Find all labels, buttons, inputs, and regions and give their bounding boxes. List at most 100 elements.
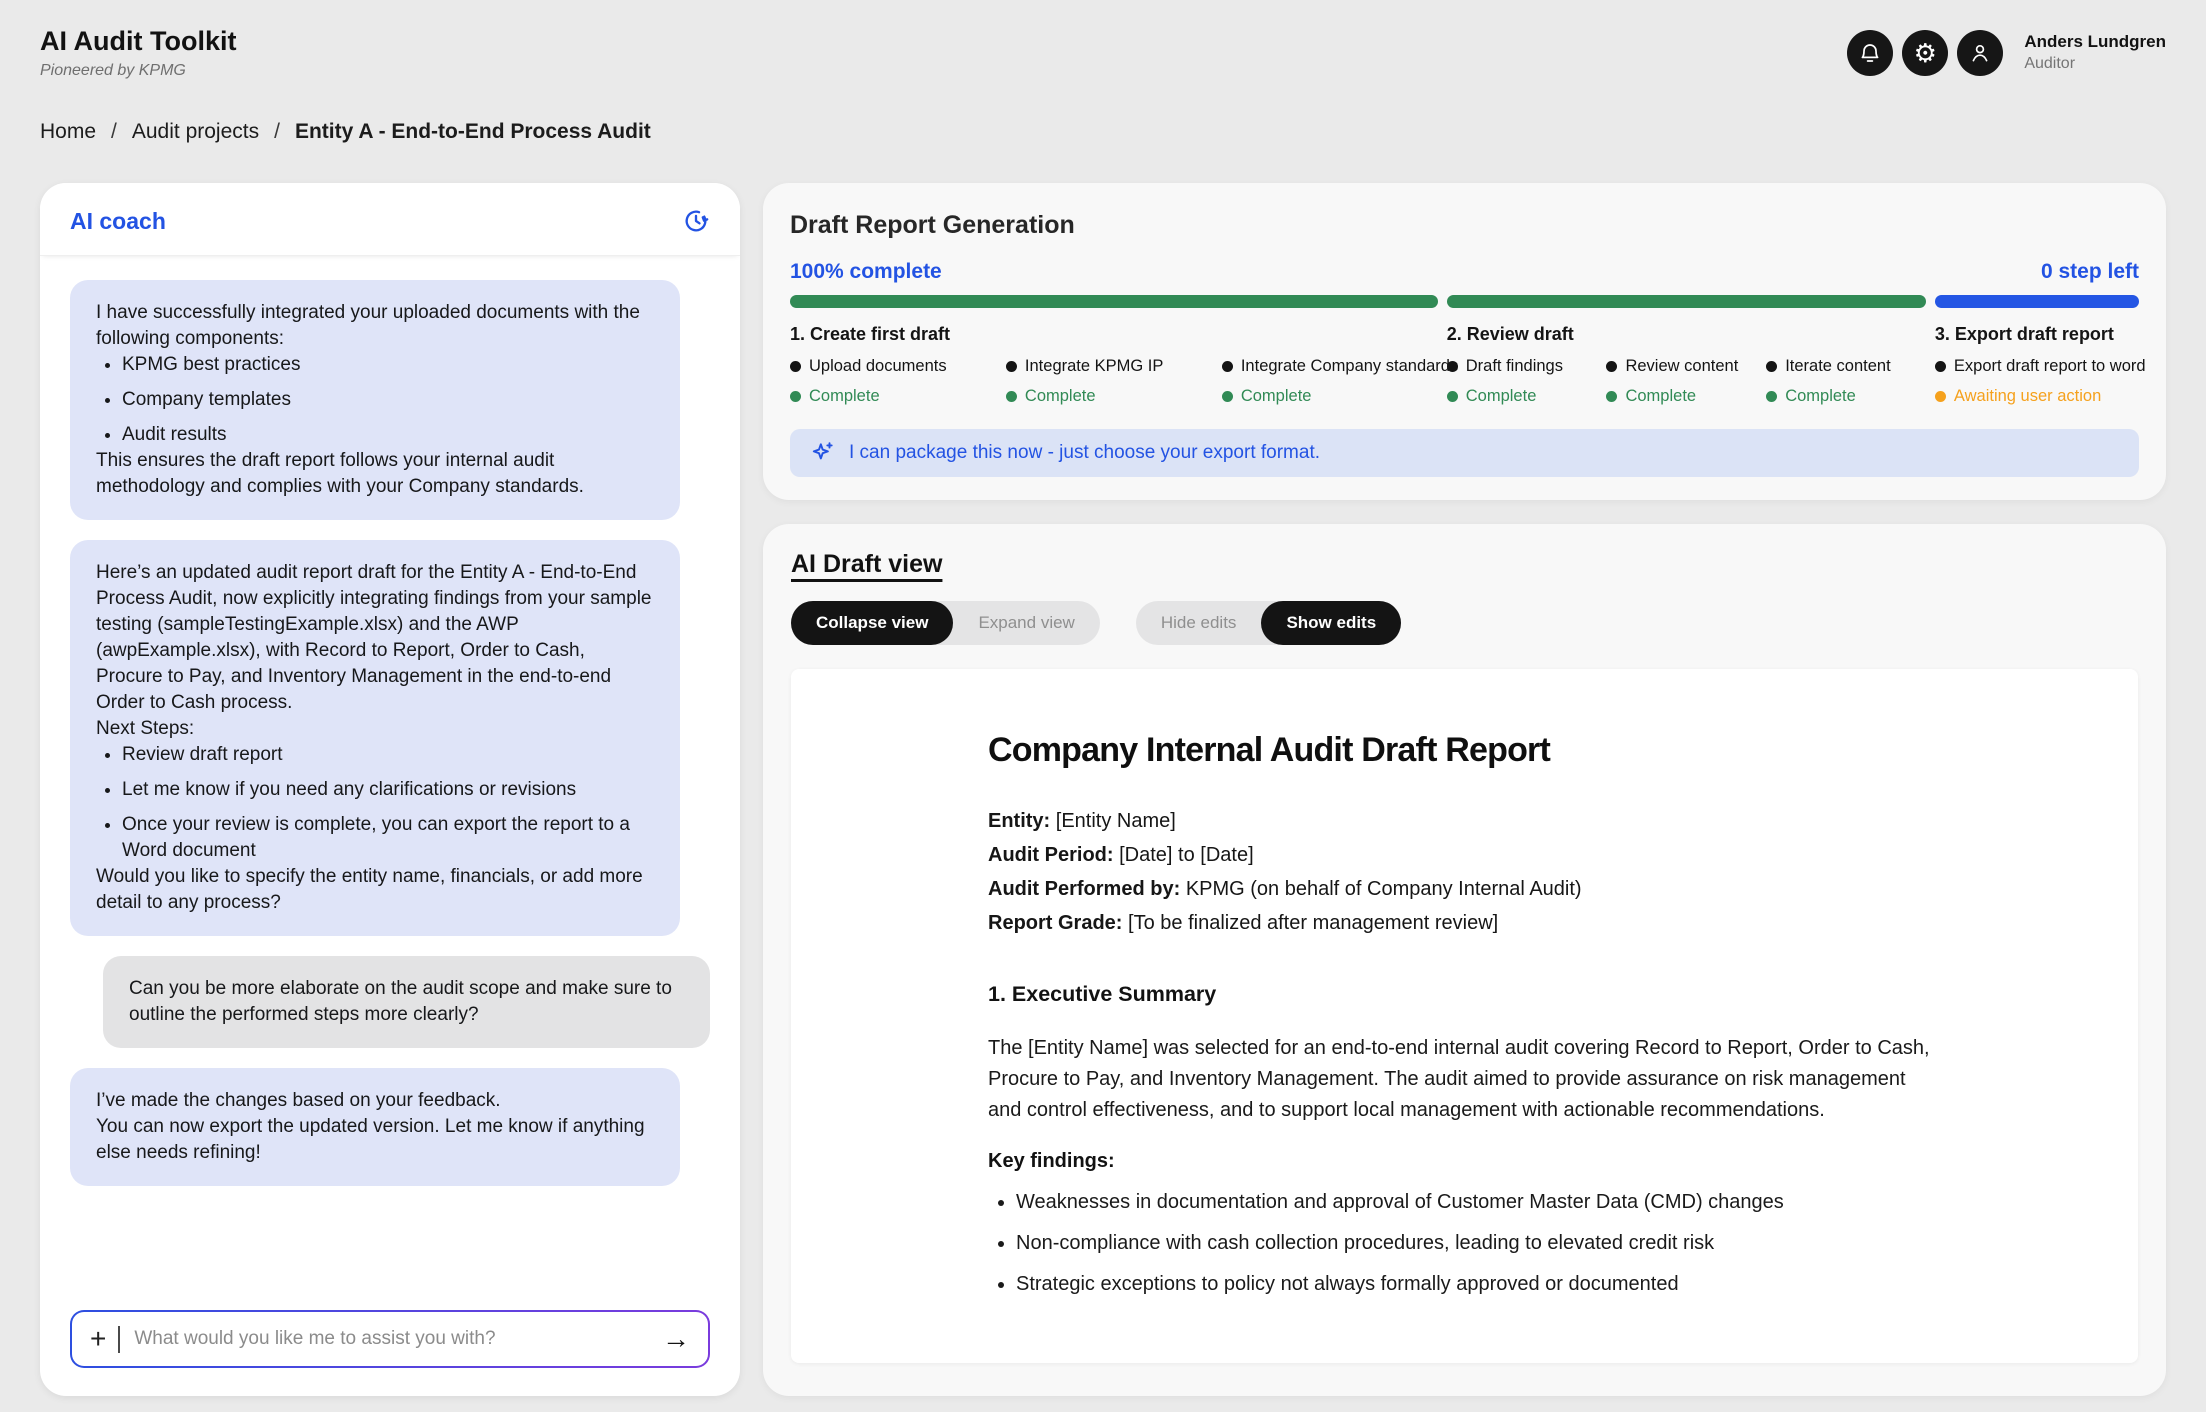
chat-messages[interactable]: I have successfully integrated your uplo…: [40, 256, 740, 1290]
doc-section-heading: 1. Executive Summary: [988, 982, 2078, 1007]
bullet-dot: [1222, 361, 1233, 372]
message-bullet: Audit results: [122, 422, 654, 448]
bullet-dot: [790, 361, 801, 372]
steps-left-label: 0 step left: [2041, 260, 2139, 284]
bullet-dot: [1006, 361, 1017, 372]
doc-field-audit-performed-by: Audit Performed by: KPMG (on behalf of C…: [988, 872, 2078, 906]
status-dot: [1935, 391, 1946, 402]
substep-status: Complete: [1766, 387, 1926, 406]
breadcrumb-link-home[interactable]: Home: [40, 120, 96, 144]
message-bullet: Once your review is complete, you can ex…: [122, 812, 654, 864]
substep-status-text: Complete: [809, 387, 880, 406]
status-dot: [1766, 391, 1777, 402]
chat-input[interactable]: [132, 1327, 650, 1351]
export-suggestion-banner: I can package this now - just choose you…: [790, 429, 2139, 477]
message-paragraph: Here’s an updated audit report draft for…: [96, 560, 654, 716]
user-block: Anders Lundgren Auditor: [2024, 31, 2166, 75]
substep-label: Integrate KPMG IP: [1006, 357, 1222, 376]
step-group-3: 3. Export draft reportExport draft repor…: [1935, 295, 2139, 406]
sparkle-icon: [810, 440, 836, 466]
settings-button[interactable]: ⚙: [1902, 30, 1948, 76]
notifications-button[interactable]: [1847, 30, 1893, 76]
message-list: Review draft reportLet me know if you ne…: [96, 742, 654, 864]
send-arrow-button[interactable]: →: [662, 1325, 690, 1353]
status-dot: [1606, 391, 1617, 402]
substep-iterate-content: Iterate content Complete: [1766, 357, 1926, 406]
ai-coach-title: AI coach: [70, 208, 166, 235]
gear-icon: ⚙: [1914, 40, 1937, 66]
doc-paragraph: The [Entity Name] was selected for an en…: [988, 1033, 1938, 1126]
doc-field-label: Audit Performed by:: [988, 878, 1180, 900]
substep-label-text: Draft findings: [1466, 357, 1563, 376]
step-group-label: 1. Create first draft: [790, 324, 1438, 345]
toggle-hide-edits[interactable]: Hide edits: [1136, 601, 1262, 645]
toggle-group-2: Hide editsShow edits: [1136, 601, 1401, 645]
profile-button[interactable]: [1957, 30, 2003, 76]
chat-history-button[interactable]: [682, 207, 710, 235]
doc-field-value: [To be finalized after management review…: [1128, 912, 1498, 934]
toggle-collapse-view[interactable]: Collapse view: [791, 601, 953, 645]
substep-status: Complete: [1606, 387, 1766, 406]
progress-complete-label: 100% complete: [790, 260, 942, 284]
doc-field-audit-period: Audit Period: [Date] to [Date]: [988, 838, 2078, 872]
doc-field-label: Audit Period:: [988, 844, 1114, 866]
step-group-label: 2. Review draft: [1447, 324, 1926, 345]
attach-plus-button[interactable]: +: [90, 1325, 106, 1353]
substep-integrate-kpmg-ip: Integrate KPMG IP Complete: [1006, 357, 1222, 406]
message-bullet: Review draft report: [122, 742, 654, 768]
doc-field-value: [Entity Name]: [1056, 810, 1176, 832]
finding-item: Weaknesses in documentation and approval…: [1016, 1187, 1936, 1218]
history-clock-icon: [682, 207, 710, 235]
status-dot: [790, 391, 801, 402]
user-role: Auditor: [2024, 53, 2166, 75]
doc-field-value: [Date] to [Date]: [1119, 844, 1254, 866]
substep-status-text: Complete: [1625, 387, 1696, 406]
substep-status: Awaiting user action: [1935, 387, 2139, 406]
message-paragraph: Next Steps:: [96, 716, 654, 742]
step-group-1: 1. Create first draft Upload documents Com…: [790, 295, 1438, 406]
doc-field-label: Report Grade:: [988, 912, 1122, 934]
substep-status: Complete: [1006, 387, 1222, 406]
substep-status-text: Complete: [1025, 387, 1096, 406]
app-title: AI Audit Toolkit: [40, 26, 236, 57]
app-header: AI Audit Toolkit Pioneered by KPMG: [40, 26, 236, 80]
progress-row: 100% complete 0 step left: [790, 260, 2139, 284]
chat-message-ai: Here’s an updated audit report draft for…: [70, 540, 680, 936]
document-title: Company Internal Audit Draft Report: [988, 731, 2078, 770]
message-paragraph: I’ve made the changes based on your feed…: [96, 1088, 654, 1114]
substep-status-text: Complete: [1785, 387, 1856, 406]
substep-label: Iterate content: [1766, 357, 1926, 376]
message-bullet: KPMG best practices: [122, 352, 654, 378]
substep-status-text: Complete: [1466, 387, 1537, 406]
bullet-dot: [1606, 361, 1617, 372]
status-dot: [1006, 391, 1017, 402]
substep-label: Review content: [1606, 357, 1766, 376]
progress-segment: [790, 295, 1438, 308]
message-paragraph: I have successfully integrated your uplo…: [96, 300, 654, 352]
doc-field-report-grade: Report Grade: [To be finalized after man…: [988, 906, 2078, 940]
message-paragraph: Can you be more elaborate on the audit s…: [129, 976, 684, 1028]
panel-title: Draft Report Generation: [790, 211, 2139, 240]
ai-coach-header: AI coach: [40, 183, 740, 256]
ai-draft-view-title: AI Draft view: [791, 550, 2138, 579]
substep-draft-findings: Draft findings Complete: [1447, 357, 1607, 406]
substep-label-text: Iterate content: [1785, 357, 1891, 376]
substep-label-text: Integrate Company standards: [1241, 357, 1458, 376]
text-cursor: [118, 1326, 120, 1353]
breadcrumb: Home/Audit projects/Entity A - End-to-En…: [40, 120, 651, 144]
status-dot: [1222, 391, 1233, 402]
toggle-show-edits[interactable]: Show edits: [1261, 601, 1401, 645]
message-paragraph: Would you like to specify the entity nam…: [96, 864, 654, 916]
finding-item: Non-compliance with cash collection proc…: [1016, 1228, 1936, 1259]
header-actions: ⚙ Anders Lundgren Auditor: [1847, 30, 2166, 76]
breadcrumb-current: Entity A - End-to-End Process Audit: [295, 120, 651, 144]
bell-icon: [1858, 41, 1882, 65]
chat-message-user: Can you be more elaborate on the audit s…: [103, 956, 710, 1048]
finding-item: Strategic exceptions to policy not alway…: [1016, 1269, 1936, 1300]
substep-label: Upload documents: [790, 357, 1006, 376]
doc-findings-list: Weaknesses in documentation and approval…: [988, 1187, 1936, 1300]
chat-input-container: + →: [70, 1310, 710, 1368]
toggle-expand-view[interactable]: Expand view: [953, 601, 1099, 645]
bullet-dot: [1766, 361, 1777, 372]
breadcrumb-link-audit-projects[interactable]: Audit projects: [132, 120, 259, 144]
